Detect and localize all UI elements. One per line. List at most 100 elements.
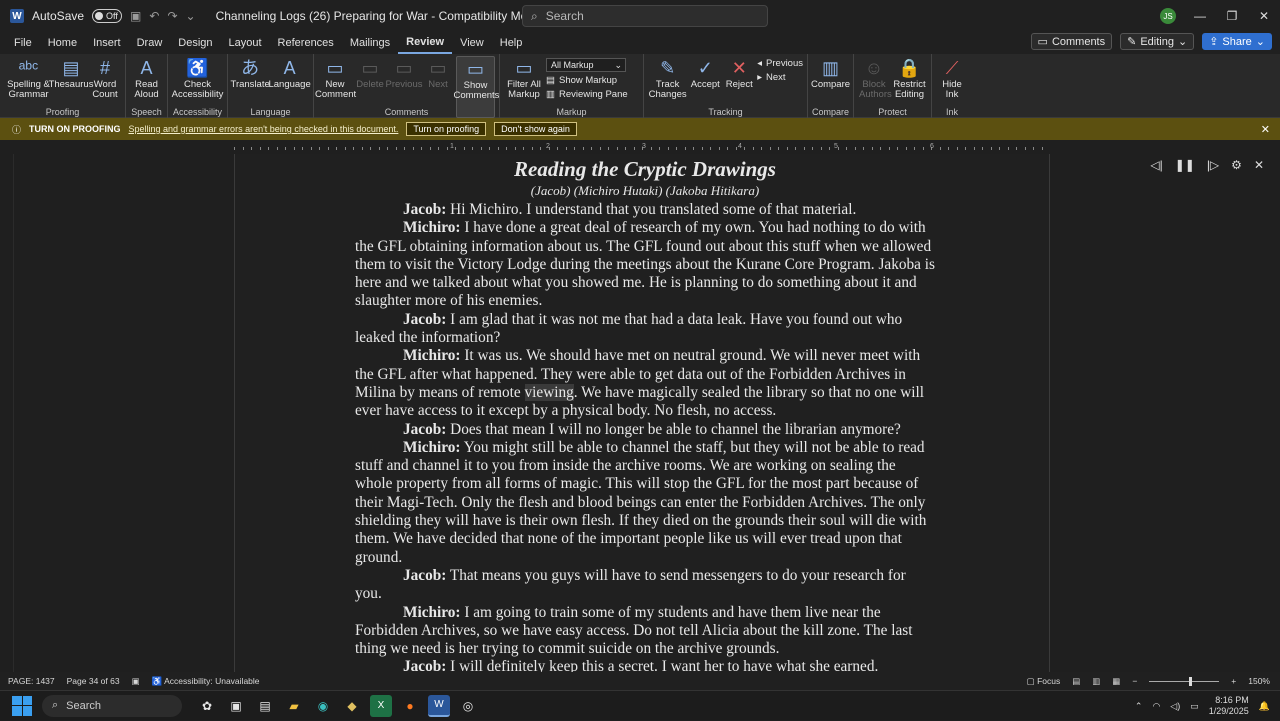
horizontal-ruler[interactable]: 1 2 3 4 5 6	[0, 140, 1280, 154]
voice-settings-icon[interactable]: ⚙	[1231, 158, 1242, 172]
chevron-down-icon: ⌄	[614, 59, 622, 70]
previous-change-icon: ◂	[757, 58, 763, 69]
dialogue-paragraph[interactable]: Michiro: I am going to train some of my …	[355, 604, 935, 659]
tab-insert[interactable]: Insert	[85, 32, 129, 54]
tab-layout[interactable]: Layout	[221, 32, 270, 54]
zoom-level[interactable]: 150%	[1248, 676, 1270, 686]
dialogue-paragraph[interactable]: Jacob: I am glad that it was not me that…	[355, 311, 935, 348]
ruler-tick	[633, 147, 635, 150]
obs-icon[interactable]: ◎	[457, 695, 479, 717]
save-icon[interactable]: ▣	[130, 9, 141, 23]
ruler-tick	[914, 147, 915, 150]
dialogue-paragraph[interactable]: Michiro: I have done a great deal of res…	[355, 219, 935, 310]
ruler-tick	[514, 147, 516, 150]
document-body[interactable]: Reading the Cryptic Drawings (Jacob) (Mi…	[355, 156, 935, 672]
excel-icon[interactable]: X	[370, 694, 392, 717]
turn-on-proofing-button[interactable]: Turn on proofing	[406, 122, 487, 136]
battery-icon[interactable]: ▭	[1190, 701, 1199, 712]
ruler-tick	[905, 147, 907, 150]
tab-mailings[interactable]: Mailings	[342, 32, 398, 54]
block-authors-label: Block Authors	[859, 79, 892, 100]
dialogue-paragraph[interactable]: Michiro: You might still be able to chan…	[355, 439, 935, 567]
read-mode-icon[interactable]: ▤	[1072, 676, 1080, 687]
share-button[interactable]: ⇪ Share ⌄	[1202, 33, 1272, 50]
comments-button[interactable]: ▭ Comments	[1030, 33, 1113, 50]
word-taskbar-icon[interactable]: W	[428, 694, 450, 717]
dialogue-paragraph[interactable]: Jacob: I will definitely keep this a sec…	[355, 658, 935, 672]
ruler-tick	[667, 147, 669, 150]
windows-start-icon[interactable]	[12, 695, 32, 716]
search-input[interactable]: ⌕ Search	[522, 5, 768, 27]
tab-design[interactable]: Design	[170, 32, 220, 54]
edge-icon[interactable]: ◉	[312, 695, 334, 717]
task-view-icon[interactable]: ▤	[254, 695, 276, 717]
clock[interactable]: 8:16 PM 1/29/2025	[1209, 695, 1249, 717]
previous-paragraph-icon[interactable]: ◁|	[1150, 158, 1162, 172]
document-page[interactable]: Reading the Cryptic Drawings (Jacob) (Mi…	[234, 154, 1050, 672]
dialogue-paragraph[interactable]: Michiro: It was us. We should have met o…	[355, 347, 935, 420]
ruler-tick	[463, 147, 465, 150]
close-icon[interactable]: ✕	[1254, 158, 1264, 172]
undo-icon[interactable]: ↶	[149, 9, 159, 23]
tab-references[interactable]: References	[270, 32, 342, 54]
ruler-tick	[251, 147, 252, 150]
volume-icon[interactable]: ◁)	[1170, 701, 1180, 712]
web-layout-icon[interactable]: ▦	[1112, 676, 1120, 687]
restore-icon[interactable]: ❐	[1216, 0, 1248, 32]
word-app-icon: W	[10, 9, 24, 23]
dialogue-paragraph[interactable]: Jacob: That means you guys will have to …	[355, 567, 935, 604]
ruler-tick	[285, 147, 286, 150]
customize-qat-icon[interactable]: ⌄	[186, 9, 196, 23]
tab-view[interactable]: View	[452, 32, 492, 54]
redo-icon[interactable]: ↷	[167, 9, 177, 23]
notification-icon[interactable]: 🔔	[1259, 701, 1270, 712]
taskbar-search[interactable]: ⌕ Search	[42, 694, 182, 717]
firefox-icon[interactable]: ●	[399, 695, 421, 717]
chevron-up-icon[interactable]: ⌃	[1135, 701, 1143, 712]
notification-message[interactable]: Spelling and grammar errors aren't being…	[129, 124, 399, 134]
print-layout-icon[interactable]: ▥	[1092, 676, 1100, 687]
reviewing-pane-button[interactable]: ▥ Reviewing Pane	[546, 89, 628, 100]
ruler-tick	[565, 147, 567, 150]
speech-group: A Read Aloud Speech	[126, 54, 168, 118]
tab-home[interactable]: Home	[40, 32, 85, 54]
network-icon[interactable]: ◠	[1152, 701, 1160, 712]
close-icon[interactable]: ✕	[1261, 123, 1270, 136]
accessibility-status[interactable]: ♿ Accessibility: Unavailable	[152, 676, 260, 687]
file-explorer-icon[interactable]: ▰	[283, 695, 305, 717]
previous-change-button[interactable]: ◂ Previous	[757, 58, 803, 69]
markup-group-label: Markup	[556, 107, 587, 117]
zoom-thumb[interactable]	[1189, 676, 1193, 686]
minimize-icon[interactable]: —	[1184, 0, 1216, 32]
avatar[interactable]: JS	[1160, 8, 1176, 24]
widgets-icon[interactable]: ✿	[196, 695, 218, 717]
markup-display-select[interactable]: All Markup ⌄	[546, 58, 626, 72]
focus-button[interactable]: ▢ Focus	[1027, 676, 1061, 687]
tab-draw[interactable]: Draw	[129, 32, 171, 54]
dialogue-paragraph[interactable]: Jacob: Does that mean I will no longer b…	[355, 421, 935, 439]
tab-help[interactable]: Help	[492, 32, 531, 54]
close-icon[interactable]: ✕	[1248, 0, 1280, 32]
tab-review[interactable]: Review	[398, 32, 453, 54]
vertical-ruler[interactable]	[0, 154, 14, 672]
zoom-in-icon[interactable]: +	[1231, 676, 1236, 686]
ruler-tick	[812, 147, 813, 150]
ruler-tick	[336, 147, 337, 150]
pause-icon[interactable]: ❚❚	[1175, 158, 1195, 172]
ruler-tick	[412, 147, 414, 150]
autosave-toggle[interactable]: Off	[92, 9, 123, 23]
store-icon[interactable]: ▣	[225, 695, 247, 717]
proofing-status-icon[interactable]: ▣	[132, 676, 140, 687]
editing-mode-button[interactable]: ✎ Editing ⌄	[1120, 33, 1195, 50]
dialogue-paragraph[interactable]: Jacob: Hi Michiro. I understand that you…	[355, 201, 935, 219]
tab-file[interactable]: File	[0, 32, 40, 54]
zoom-slider[interactable]	[1149, 676, 1220, 686]
page-count[interactable]: Page 34 of 63	[67, 676, 120, 686]
next-paragraph-icon[interactable]: |▷	[1207, 158, 1219, 172]
zoom-out-icon[interactable]: −	[1132, 676, 1137, 686]
dont-show-again-button[interactable]: Don't show again	[494, 122, 577, 136]
show-markup-button[interactable]: ▤ Show Markup	[546, 75, 628, 86]
next-change-button[interactable]: ▸ Next	[757, 72, 803, 83]
page-number[interactable]: PAGE: 1437	[8, 676, 55, 686]
app-icon[interactable]: ◆	[341, 695, 363, 717]
